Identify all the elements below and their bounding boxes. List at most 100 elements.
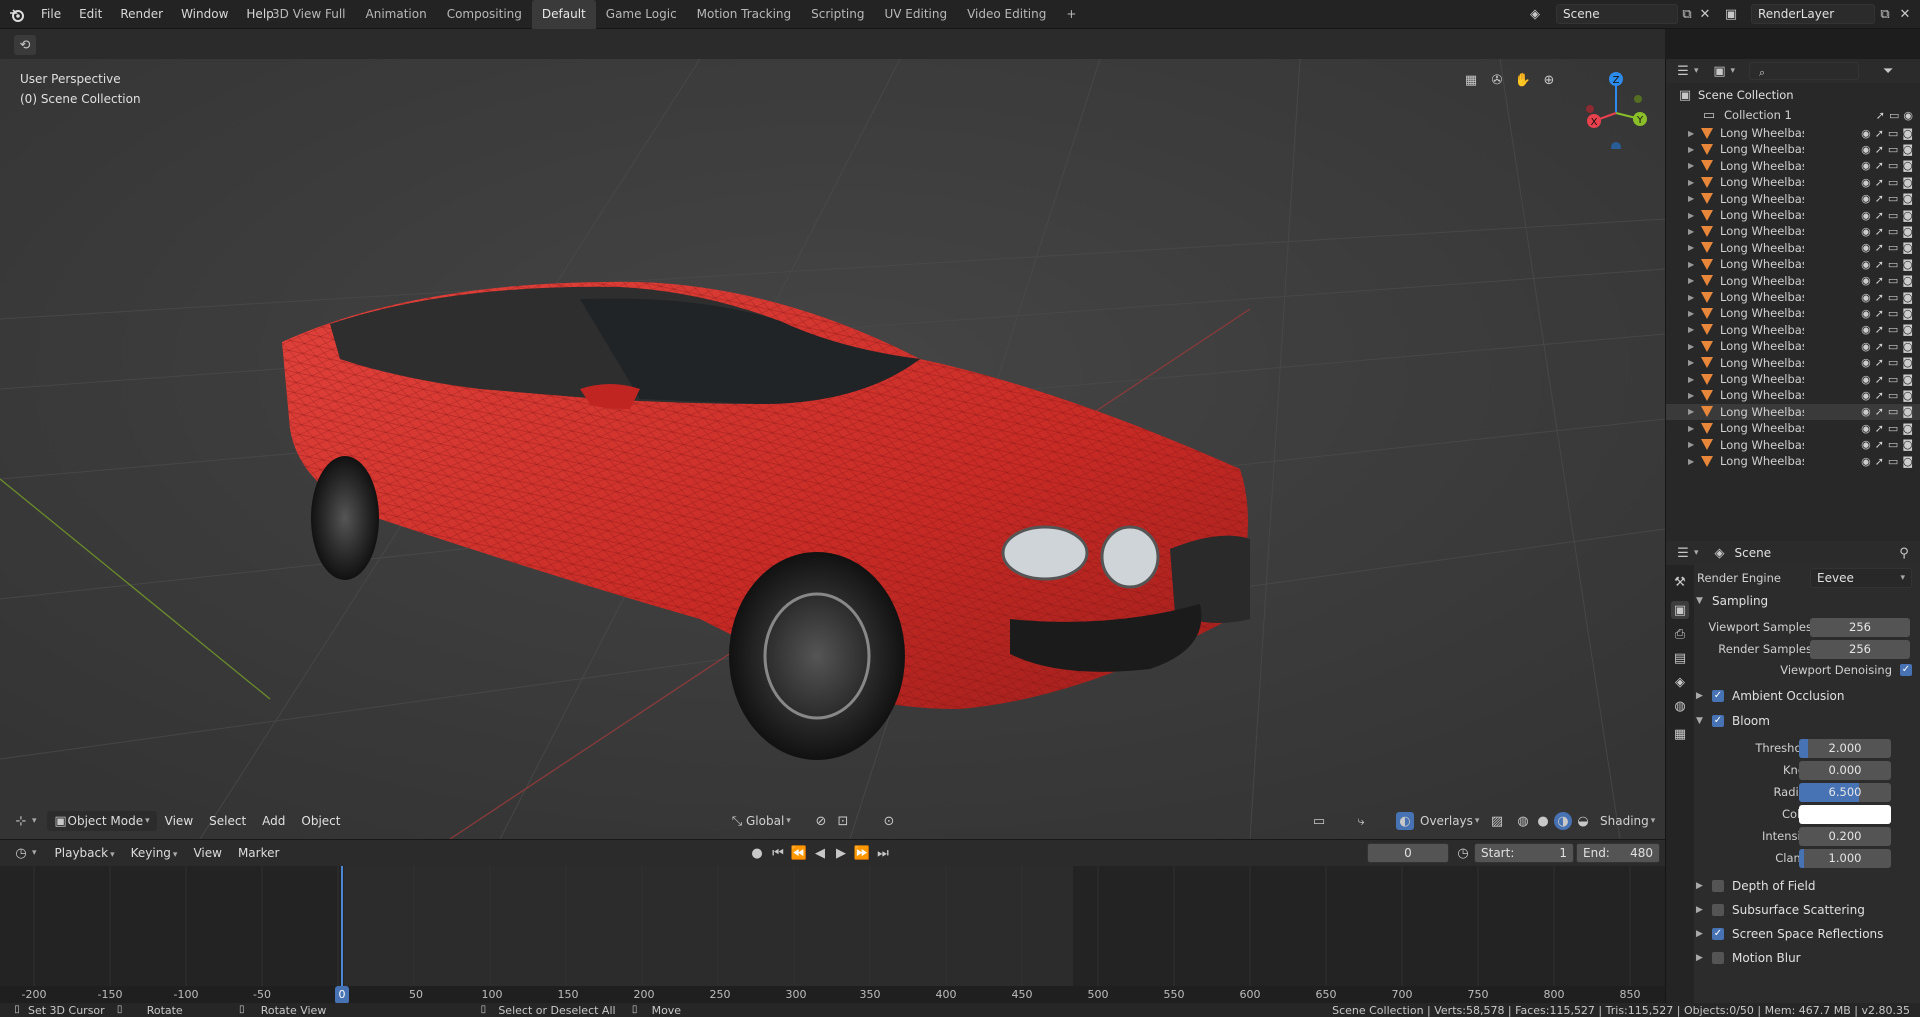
outliner-collection-1[interactable]: ▭ Collection 1 ➚ ▭ ◉ xyxy=(1666,105,1920,125)
camera-icon[interactable]: ◙ xyxy=(1902,159,1913,172)
3d-viewport[interactable]: User Perspective (0) Scene Collection ▦ … xyxy=(0,59,1665,839)
mode-selector[interactable]: ▣ Object Mode ▾ xyxy=(46,811,157,831)
eye-icon[interactable]: ◉ xyxy=(1861,192,1871,205)
tab-animation[interactable]: Animation xyxy=(356,0,437,29)
viewport-denoising-toggle[interactable]: Viewport Denoising ✓ xyxy=(1766,663,1912,677)
monitor-icon[interactable]: ▭ xyxy=(1888,323,1898,336)
transform-tool-icon[interactable]: ⟲ xyxy=(14,35,36,55)
expand-arrow-icon[interactable]: ▶ xyxy=(1688,178,1698,187)
camera-icon[interactable]: ◙ xyxy=(1902,373,1913,386)
expand-arrow-icon[interactable]: ▶ xyxy=(1688,194,1698,203)
tl-menu-marker[interactable]: Marker xyxy=(230,846,287,860)
eye-icon[interactable]: ◉ xyxy=(1861,225,1871,238)
expand-arrow-icon[interactable]: ▶ xyxy=(1688,211,1698,220)
tab-3d-view-full[interactable]: 3D View Full xyxy=(262,0,356,29)
outliner-object-row[interactable]: ▶ Long Wheelbase Car ◉ ➚ ▭ ◙ xyxy=(1666,403,1920,420)
select-arrow-icon[interactable]: ➚ xyxy=(1875,340,1884,353)
tab-compositing[interactable]: Compositing xyxy=(437,0,532,29)
select-arrow-icon[interactable]: ➚ xyxy=(1875,422,1884,435)
select-arrow-icon[interactable]: ➚ xyxy=(1875,455,1884,468)
play-icon[interactable]: ▶ xyxy=(832,844,850,862)
select-arrow-icon[interactable]: ➚ xyxy=(1875,127,1884,140)
next-keyframe-icon[interactable]: ⏩ xyxy=(853,844,871,862)
eye-icon[interactable]: ◉ xyxy=(1861,258,1871,271)
outliner-object-row[interactable]: ▶ Long Wheelbase Car ◉ ➚ ▭ ◙ xyxy=(1666,453,1920,469)
eye-icon[interactable]: ◉ xyxy=(1861,291,1871,304)
outliner-object-row[interactable]: ▶ Long Wheelbase Car ◉ ➚ ▭ ◙ xyxy=(1666,141,1920,157)
camera-icon[interactable]: ◙ xyxy=(1902,209,1913,222)
end-frame-field[interactable]: End: 480 xyxy=(1576,843,1660,863)
expand-arrow-icon[interactable]: ▶ xyxy=(1688,145,1698,154)
camera-icon[interactable]: ◉ xyxy=(1903,109,1913,122)
scene-name-field[interactable]: Scene xyxy=(1556,4,1678,24)
current-frame-field[interactable]: 0 xyxy=(1367,843,1449,863)
monitor-icon[interactable]: ▭ xyxy=(1888,373,1898,386)
camera-icon[interactable]: ◙ xyxy=(1902,143,1913,156)
select-arrow-icon[interactable]: ➚ xyxy=(1875,258,1884,271)
new-scene-icon[interactable]: ⧉ xyxy=(1678,5,1696,23)
select-arrow-icon[interactable]: ➚ xyxy=(1875,159,1884,172)
outliner-object-row[interactable]: ▶ Long Wheelbase Car ◉ ➚ ▭ ◙ xyxy=(1666,305,1920,321)
eye-icon[interactable]: ◉ xyxy=(1861,307,1871,320)
monitor-icon[interactable]: ▭ xyxy=(1888,159,1898,172)
hand-pan-icon[interactable]: ✋ xyxy=(1514,71,1532,89)
tab-video-editing[interactable]: Video Editing xyxy=(957,0,1056,29)
camera-icon[interactable]: ◙ xyxy=(1902,291,1913,304)
threshold-slider[interactable]: 2.000 xyxy=(1799,739,1891,758)
outliner-object-row[interactable]: ▶ Long Wheelbase Car ◉ ➚ ▭ ◙ xyxy=(1666,289,1920,305)
depth-of-field-panel[interactable]: ▶ Depth of Field xyxy=(1696,876,1815,896)
camera-icon[interactable]: ◙ xyxy=(1902,176,1913,189)
jump-start-icon[interactable]: ⏮ xyxy=(769,844,787,862)
eye-icon[interactable]: ◉ xyxy=(1861,356,1871,369)
outliner-object-row[interactable]: ▶ Long Wheelbase Car ◉ ➚ ▭ ◙ xyxy=(1666,174,1920,190)
camera-icon[interactable]: ◙ xyxy=(1902,340,1913,353)
select-arrow-icon[interactable]: ➚ xyxy=(1875,323,1884,336)
blender-logo-icon[interactable] xyxy=(8,6,26,24)
monitor-icon[interactable]: ▭ xyxy=(1888,340,1898,353)
vp-menu-select[interactable]: Select xyxy=(201,814,254,828)
scene-selector-icon[interactable]: ◈ xyxy=(1526,5,1544,23)
select-arrow-icon[interactable]: ➚ xyxy=(1875,192,1884,205)
select-arrow-icon[interactable]: ➚ xyxy=(1875,389,1884,402)
select-arrow-icon[interactable]: ➚ xyxy=(1875,274,1884,287)
outliner-object-row[interactable]: ▶ Long Wheelbase Car ◉ ➚ ▭ ◙ xyxy=(1666,387,1920,403)
outliner-search-field[interactable]: ⌕ xyxy=(1749,62,1860,80)
expand-arrow-icon[interactable]: ▶ xyxy=(1688,243,1698,252)
expand-arrow-icon[interactable]: ▶ xyxy=(1688,342,1698,351)
tab-scripting[interactable]: Scripting xyxy=(801,0,874,29)
checkbox-icon[interactable]: ✓ xyxy=(1712,690,1724,702)
expand-arrow-icon[interactable]: ▶ xyxy=(1688,440,1698,449)
current-frame-tick[interactable]: 0 xyxy=(335,986,349,1004)
menu-edit[interactable]: Edit xyxy=(70,0,111,29)
rendered-shading-icon[interactable]: ◒ xyxy=(1574,812,1592,830)
eye-icon[interactable]: ◉ xyxy=(1861,143,1871,156)
outliner-object-row[interactable]: ▶ Long Wheelbase Car ◉ ➚ ▭ ◙ xyxy=(1666,322,1920,338)
outliner-object-row[interactable]: ▶ Long Wheelbase Car ◉ ➚ ▭ ◙ xyxy=(1666,191,1920,207)
preview-range-icon[interactable]: ◷ xyxy=(1454,844,1472,862)
vp-menu-add[interactable]: Add xyxy=(254,814,293,828)
monitor-icon[interactable]: ▭ xyxy=(1888,127,1898,140)
camera-icon[interactable]: ◙ xyxy=(1902,438,1913,451)
tl-menu-view[interactable]: View xyxy=(185,846,229,860)
camera-icon[interactable]: ◙ xyxy=(1902,225,1913,238)
eye-icon[interactable]: ◉ xyxy=(1861,405,1871,418)
outliner-object-row[interactable]: ▶ Long Wheelbase Car ◉ ➚ ▭ ◙ xyxy=(1666,420,1920,436)
tab-motion-tracking[interactable]: Motion Tracking xyxy=(687,0,801,29)
texture-tab-icon[interactable]: ▦ xyxy=(1671,725,1689,743)
monitor-icon[interactable]: ▭ xyxy=(1888,241,1898,254)
expand-arrow-icon[interactable]: ▶ xyxy=(1688,161,1698,170)
timeline-area[interactable]: -200 -150 -100 -50 0 50 100 150 200 250 … xyxy=(0,866,1665,1004)
outliner-scene-collection[interactable]: ▣ Scene Collection xyxy=(1666,85,1920,105)
sampling-panel-header[interactable]: ▼ Sampling xyxy=(1696,591,1768,611)
eye-icon[interactable]: ◉ xyxy=(1861,438,1871,451)
camera-icon[interactable]: ◙ xyxy=(1902,323,1913,336)
filter-icon[interactable]: ⏷ xyxy=(1879,62,1897,80)
subsurface-scattering-panel[interactable]: ▶ Subsurface Scattering xyxy=(1696,900,1865,920)
select-arrow-icon[interactable]: ➚ xyxy=(1875,307,1884,320)
select-arrow-icon[interactable]: ➚ xyxy=(1875,291,1884,304)
monitor-icon[interactable]: ▭ xyxy=(1888,274,1898,287)
overlays-toggle[interactable]: ◐ Overlays ▾ xyxy=(1396,812,1479,830)
expand-arrow-icon[interactable]: ▶ xyxy=(1688,293,1698,302)
eye-icon[interactable]: ◉ xyxy=(1861,422,1871,435)
delete-layer-icon[interactable]: ✕ xyxy=(1896,5,1914,23)
